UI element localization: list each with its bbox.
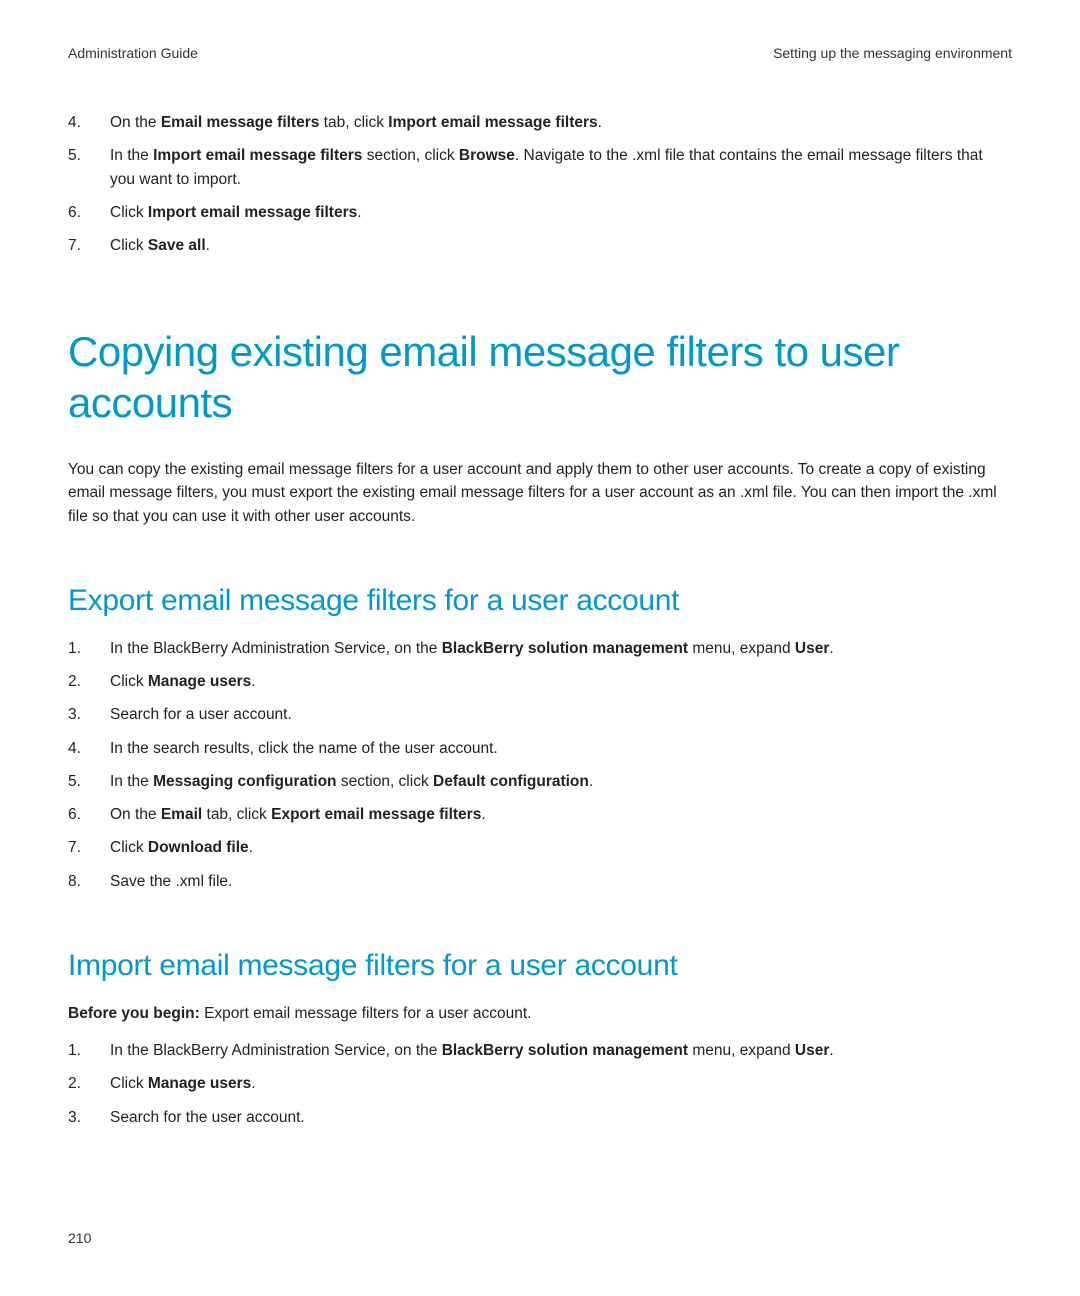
list-item: 5.In the Messaging configuration section… <box>68 770 1012 793</box>
step-text: Click Manage users. <box>110 1072 1012 1095</box>
export-steps: 1.In the BlackBerry Administration Servi… <box>68 637 1012 893</box>
list-item: 8.Save the .xml file. <box>68 870 1012 893</box>
step-number: 3. <box>68 1106 110 1129</box>
before-you-begin: Before you begin: Export email message f… <box>68 1002 1012 1025</box>
list-item: 1.In the BlackBerry Administration Servi… <box>68 637 1012 660</box>
step-text: Click Manage users. <box>110 670 1012 693</box>
list-item: 6.Click Import email message filters. <box>68 201 1012 224</box>
step-text: Click Import email message filters. <box>110 201 1012 224</box>
export-section: Export email message filters for a user … <box>68 583 1012 893</box>
intro-paragraph: You can copy the existing email message … <box>68 458 1012 528</box>
step-text: In the Import email message filters sect… <box>110 144 1012 191</box>
list-item: 3.Search for a user account. <box>68 703 1012 726</box>
main-heading: Copying existing email message filters t… <box>68 327 1012 428</box>
list-item: 4.In the search results, click the name … <box>68 737 1012 760</box>
step-number: 8. <box>68 870 110 893</box>
list-item: 5.In the Import email message filters se… <box>68 144 1012 191</box>
step-text: Search for a user account. <box>110 703 1012 726</box>
import-section: Import email message filters for a user … <box>68 948 1012 1129</box>
list-item: 7.Click Save all. <box>68 234 1012 257</box>
step-text: In the BlackBerry Administration Service… <box>110 637 1012 660</box>
header-left: Administration Guide <box>68 45 198 61</box>
list-item: 7.Click Download file. <box>68 836 1012 859</box>
step-number: 1. <box>68 1039 110 1062</box>
step-text: Save the .xml file. <box>110 870 1012 893</box>
import-steps: 1.In the BlackBerry Administration Servi… <box>68 1039 1012 1129</box>
list-item: 2.Click Manage users. <box>68 1072 1012 1095</box>
step-number: 6. <box>68 201 110 224</box>
page-header: Administration Guide Setting up the mess… <box>68 45 1012 61</box>
step-number: 5. <box>68 770 110 793</box>
step-number: 5. <box>68 144 110 191</box>
step-text: Search for the user account. <box>110 1106 1012 1129</box>
export-heading: Export email message filters for a user … <box>68 583 1012 619</box>
step-number: 4. <box>68 737 110 760</box>
step-number: 1. <box>68 637 110 660</box>
import-heading: Import email message filters for a user … <box>68 948 1012 984</box>
top-steps: 4.On the Email message filters tab, clic… <box>68 111 1012 257</box>
before-text: Export email message filters for a user … <box>200 1005 532 1022</box>
header-right: Setting up the messaging environment <box>773 45 1012 61</box>
step-text: In the BlackBerry Administration Service… <box>110 1039 1012 1062</box>
step-number: 7. <box>68 234 110 257</box>
step-number: 2. <box>68 670 110 693</box>
list-item: 3.Search for the user account. <box>68 1106 1012 1129</box>
step-number: 6. <box>68 803 110 826</box>
list-item: 6.On the Email tab, click Export email m… <box>68 803 1012 826</box>
step-text: Click Download file. <box>110 836 1012 859</box>
step-number: 7. <box>68 836 110 859</box>
step-text: In the Messaging configuration section, … <box>110 770 1012 793</box>
list-item: 1.In the BlackBerry Administration Servi… <box>68 1039 1012 1062</box>
list-item: 2.Click Manage users. <box>68 670 1012 693</box>
before-label: Before you begin: <box>68 1005 200 1022</box>
list-item: 4.On the Email message filters tab, clic… <box>68 111 1012 134</box>
page-number: 210 <box>68 1230 91 1246</box>
step-text: In the search results, click the name of… <box>110 737 1012 760</box>
step-number: 2. <box>68 1072 110 1095</box>
step-text: On the Email message filters tab, click … <box>110 111 1012 134</box>
step-number: 3. <box>68 703 110 726</box>
step-text: On the Email tab, click Export email mes… <box>110 803 1012 826</box>
step-number: 4. <box>68 111 110 134</box>
step-text: Click Save all. <box>110 234 1012 257</box>
